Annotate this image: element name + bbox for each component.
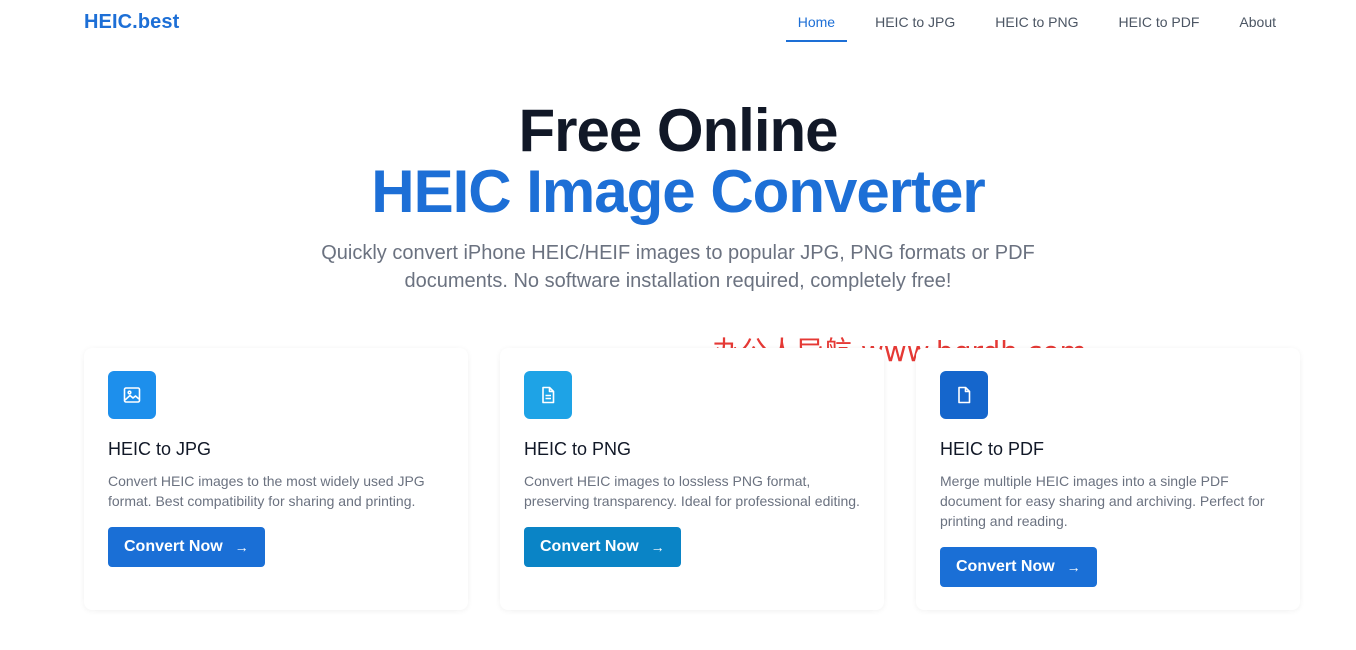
- nav-item-heic-to-png[interactable]: HEIC to PNG: [983, 0, 1090, 42]
- nav-menu: Home HEIC to JPG HEIC to PNG HEIC to PDF…: [770, 0, 1288, 42]
- hero-title-line2: HEIC Image Converter: [371, 158, 986, 225]
- arrow-right-icon: →: [1066, 559, 1081, 575]
- hero-subtitle: Quickly convert iPhone HEIC/HEIF images …: [321, 242, 1035, 292]
- button-label: Convert Now: [540, 538, 639, 555]
- feature-card-png: HEIC to PNG Convert HEIC images to lossl…: [500, 348, 884, 610]
- convert-now-button-pdf[interactable]: Convert Now →: [940, 547, 1097, 587]
- feature-card-pdf: HEIC to PDF Merge multiple HEIC images i…: [916, 348, 1300, 610]
- card-title: HEIC to PDF: [940, 439, 1045, 459]
- top-nav: HEIC.best Home HEIC to JPG HEIC to PNG H…: [0, 0, 1356, 44]
- nav-item-heic-to-pdf[interactable]: HEIC to PDF: [1107, 0, 1212, 42]
- button-label: Convert Now: [124, 538, 223, 555]
- convert-now-button-jpg[interactable]: Convert Now →: [108, 527, 265, 567]
- nav-item-heic-to-jpg[interactable]: HEIC to JPG: [863, 0, 967, 42]
- button-label: Convert Now: [956, 558, 1055, 575]
- arrow-right-icon: →: [650, 539, 665, 555]
- card-description: Convert HEIC images to the most widely u…: [108, 473, 425, 509]
- document-icon: [940, 371, 988, 419]
- nav-item-home[interactable]: Home: [785, 0, 848, 42]
- card-description: Merge multiple HEIC images into a single…: [940, 473, 1265, 529]
- site-logo[interactable]: HEIC.best: [84, 11, 179, 34]
- card-title: HEIC to PNG: [524, 439, 632, 459]
- image-icon: [108, 371, 156, 419]
- hero-section: Free Online HEIC Image Converter Quickly…: [0, 100, 1356, 295]
- convert-now-button-png[interactable]: Convert Now →: [524, 527, 681, 567]
- document-text-icon: [524, 371, 572, 419]
- nav-item-about[interactable]: About: [1227, 0, 1288, 42]
- arrow-right-icon: →: [234, 539, 249, 555]
- card-description: Convert HEIC images to lossless PNG form…: [524, 473, 860, 509]
- hero-title-line1: Free Online: [518, 97, 838, 164]
- feature-card-jpg: HEIC to JPG Convert HEIC images to the m…: [84, 348, 468, 610]
- card-title: HEIC to JPG: [108, 439, 212, 459]
